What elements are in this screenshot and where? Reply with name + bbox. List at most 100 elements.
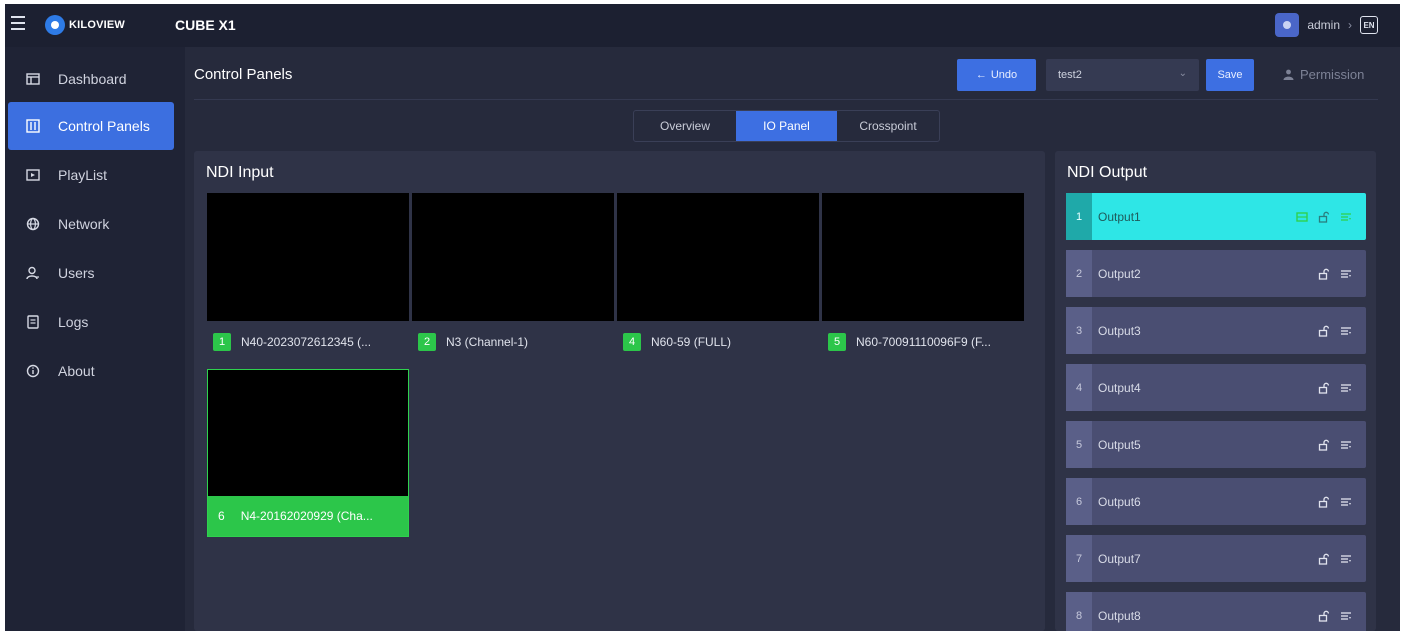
sidebar-item-users[interactable]: Users <box>8 249 174 297</box>
dashboard-icon <box>26 72 40 86</box>
menu-list-icon[interactable] <box>1340 268 1352 280</box>
preview-icon[interactable] <box>1296 211 1308 223</box>
output-label: Output4 <box>1098 380 1141 395</box>
preset-select[interactable]: test2 ⌄ <box>1046 59 1199 91</box>
user-menu[interactable]: admin › EN <box>1275 13 1378 37</box>
output-label: Output2 <box>1098 266 1141 281</box>
input-label: N40-2023072612345 (... <box>241 335 372 349</box>
output-item[interactable]: 7 Output7 <box>1066 535 1366 582</box>
menu-list-icon[interactable] <box>1340 382 1352 394</box>
logo-mark-icon <box>45 15 65 35</box>
video-preview[interactable] <box>617 193 819 321</box>
undo-button[interactable]: ← Undo <box>957 59 1036 91</box>
input-caption: 6 N4-20162020929 (Cha... <box>208 496 408 536</box>
input-number: 6 <box>218 509 225 523</box>
sidebar-item-logs[interactable]: Logs <box>8 298 174 346</box>
output-label: Output7 <box>1098 551 1141 566</box>
unlock-icon[interactable] <box>1318 439 1330 451</box>
input-label: N60-70091110096F9 (F... <box>856 335 991 349</box>
ndi-input-card[interactable]: 4 N60-59 (FULL) <box>617 193 819 357</box>
output-item[interactable]: 6 Output6 <box>1066 478 1366 525</box>
users-icon <box>26 266 40 280</box>
output-label: Output1 <box>1098 209 1141 224</box>
video-preview[interactable] <box>207 193 409 321</box>
input-caption: 4 N60-59 (FULL) <box>623 333 819 351</box>
output-index: 3 <box>1066 307 1092 354</box>
output-item[interactable]: 4 Output4 <box>1066 364 1366 411</box>
unlock-icon[interactable] <box>1318 496 1330 508</box>
output-item[interactable]: 8 Output8 <box>1066 592 1366 631</box>
video-preview[interactable] <box>412 193 614 321</box>
ndi-input-card[interactable]: 2 N3 (Channel-1) <box>412 193 614 357</box>
input-caption: 2 N3 (Channel-1) <box>418 333 614 351</box>
unlock-icon[interactable] <box>1318 268 1330 280</box>
view-tabs: Overview IO Panel Crosspoint <box>633 110 940 142</box>
ndi-input-card-selected[interactable]: 6 N4-20162020929 (Cha... <box>207 369 409 537</box>
playlist-icon <box>26 168 40 182</box>
unlock-icon[interactable] <box>1318 553 1330 565</box>
output-label: Output3 <box>1098 323 1141 338</box>
ndi-input-card[interactable]: 5 N60-70091110096F9 (F... <box>822 193 1024 357</box>
ndi-input-title: NDI Input <box>206 164 274 181</box>
output-index: 7 <box>1066 535 1092 582</box>
menu-list-icon[interactable] <box>1340 496 1352 508</box>
header-divider <box>194 99 1378 100</box>
sidebar-item-about[interactable]: About <box>8 347 174 395</box>
info-icon <box>26 364 40 378</box>
kiloview-logo: KILOVIEW <box>45 14 125 36</box>
sidebar-item-label: Dashboard <box>58 71 127 87</box>
input-number-badge: 2 <box>418 333 436 351</box>
user-icon <box>1283 69 1294 80</box>
chevron-right-icon[interactable]: › <box>1348 18 1352 32</box>
save-button[interactable]: Save <box>1206 59 1254 91</box>
output-index: 1 <box>1066 193 1092 240</box>
output-index: 8 <box>1066 592 1092 631</box>
tab-io-panel[interactable]: IO Panel <box>736 111 837 141</box>
menu-list-icon[interactable] <box>1340 553 1352 565</box>
chevron-down-icon: ⌄ <box>1178 68 1187 79</box>
input-caption: 1 N40-2023072612345 (... <box>213 333 409 351</box>
logs-icon <box>26 315 40 329</box>
video-preview[interactable] <box>822 193 1024 321</box>
menu-list-icon[interactable] <box>1340 211 1352 223</box>
language-icon[interactable]: EN <box>1360 16 1378 34</box>
ndi-input-card[interactable]: 1 N40-2023072612345 (... <box>207 193 409 357</box>
sidebar-item-label: Network <box>58 216 110 232</box>
unlock-icon[interactable] <box>1318 610 1330 622</box>
output-index: 5 <box>1066 421 1092 468</box>
unlock-icon[interactable] <box>1318 325 1330 337</box>
username[interactable]: admin <box>1307 18 1340 32</box>
ndi-output-panel: NDI Output 1 Output1 2 Output2 3 Output3 <box>1055 151 1376 631</box>
undo-label: Undo <box>990 69 1018 81</box>
menu-list-icon[interactable] <box>1340 439 1352 451</box>
input-label: N60-59 (FULL) <box>651 335 732 349</box>
sidebar-item-playlist[interactable]: PlayList <box>8 151 174 199</box>
menu-icon[interactable] <box>11 16 25 30</box>
sidebar: Dashboard Control Panels PlayList Networ… <box>5 47 185 631</box>
tab-overview[interactable]: Overview <box>634 111 736 141</box>
output-item[interactable]: 3 Output3 <box>1066 307 1366 354</box>
avatar-icon[interactable] <box>1275 13 1300 37</box>
arrow-left-icon: ← <box>975 69 987 81</box>
app-window: KILOVIEW CUBE X1 admin › EN Dashboard Co… <box>5 4 1400 631</box>
output-label: Output6 <box>1098 494 1141 509</box>
unlock-icon[interactable] <box>1318 382 1330 394</box>
video-preview[interactable] <box>208 370 408 496</box>
output-index: 2 <box>1066 250 1092 297</box>
output-item[interactable]: 5 Output5 <box>1066 421 1366 468</box>
permission-button[interactable]: Permission <box>1283 67 1364 82</box>
output-index: 4 <box>1066 364 1092 411</box>
sidebar-item-dashboard[interactable]: Dashboard <box>8 55 174 103</box>
tab-crosspoint[interactable]: Crosspoint <box>837 111 939 141</box>
menu-list-icon[interactable] <box>1340 325 1352 337</box>
sidebar-item-label: PlayList <box>58 167 108 183</box>
unlock-icon[interactable] <box>1318 211 1330 223</box>
output-item[interactable]: 1 Output1 <box>1066 193 1366 240</box>
sidebar-item-control-panels[interactable]: Control Panels <box>8 102 174 150</box>
preset-value: test2 <box>1058 69 1082 81</box>
input-caption: 5 N60-70091110096F9 (F... <box>828 333 1024 351</box>
sidebar-item-network[interactable]: Network <box>8 200 174 248</box>
output-item[interactable]: 2 Output2 <box>1066 250 1366 297</box>
menu-list-icon[interactable] <box>1340 610 1352 622</box>
permission-label: Permission <box>1300 67 1365 82</box>
